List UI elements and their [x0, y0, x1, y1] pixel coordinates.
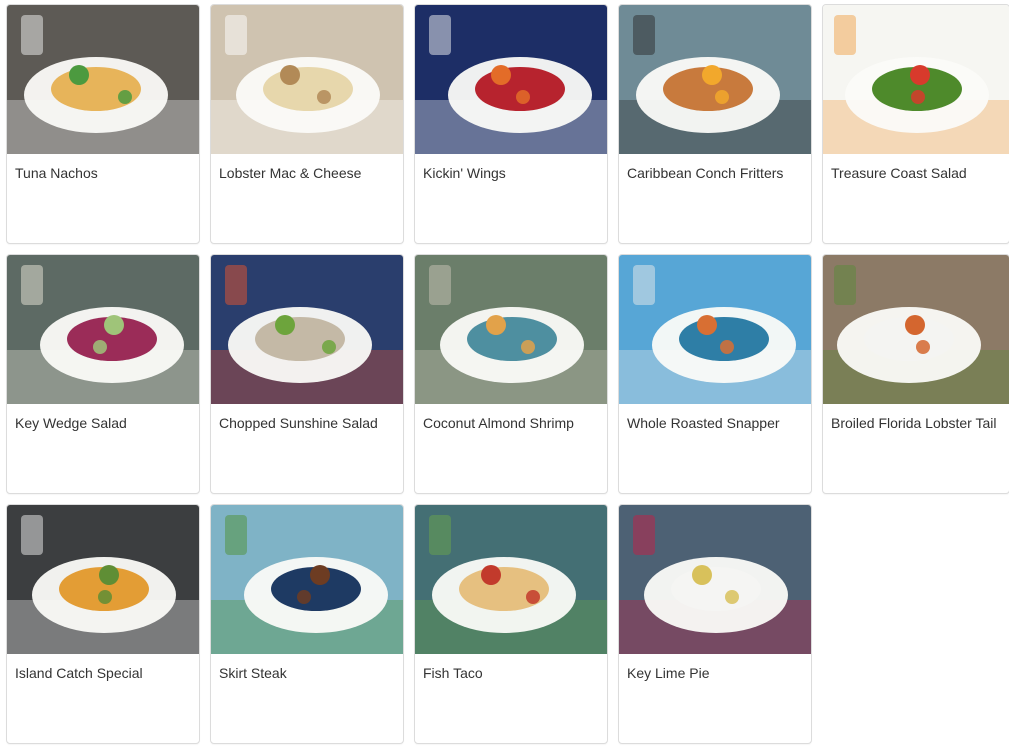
menu-item-title: Broiled Florida Lobster Tail	[831, 415, 997, 431]
menu-item-title: Island Catch Special	[15, 665, 143, 681]
menu-item-card[interactable]: Chopped Sunshine Salad	[210, 254, 404, 494]
menu-item-card[interactable]: Fish Taco	[414, 504, 608, 744]
menu-item-title: Coconut Almond Shrimp	[423, 415, 574, 431]
menu-item-title: Skirt Steak	[219, 665, 287, 681]
menu-item-card[interactable]: Whole Roasted Snapper	[618, 254, 812, 494]
menu-item-title: Treasure Coast Salad	[831, 165, 967, 181]
menu-item-title: Lobster Mac & Cheese	[219, 165, 362, 181]
lobster-mac-photo	[211, 5, 403, 154]
conch-fritters-photo	[619, 5, 811, 154]
key-wedge-salad-photo	[7, 255, 199, 404]
menu-item-title: Fish Taco	[423, 665, 483, 681]
menu-item-card[interactable]: Broiled Florida Lobster Tail	[822, 254, 1009, 494]
lobster-tail-photo	[823, 255, 1009, 404]
key-lime-pie-photo	[619, 505, 811, 654]
menu-item-card[interactable]: Treasure Coast Salad	[822, 4, 1009, 244]
skirt-steak-photo	[211, 505, 403, 654]
menu-item-card[interactable]: Coconut Almond Shrimp	[414, 254, 608, 494]
treasure-coast-salad-photo	[823, 5, 1009, 154]
chopped-sunshine-salad-photo	[211, 255, 403, 404]
menu-item-title: Key Lime Pie	[627, 665, 710, 681]
menu-item-title: Key Wedge Salad	[15, 415, 127, 431]
menu-item-title: Kickin' Wings	[423, 165, 506, 181]
menu-item-card[interactable]: Kickin' Wings	[414, 4, 608, 244]
menu-item-card[interactable]: Key Wedge Salad	[6, 254, 200, 494]
coconut-shrimp-photo	[415, 255, 607, 404]
menu-item-title: Caribbean Conch Fritters	[627, 165, 784, 181]
menu-item-card[interactable]: Skirt Steak	[210, 504, 404, 744]
menu-grid: Tuna Nachos Lobster Mac & Cheese Kickin' W…	[6, 4, 1009, 744]
menu-item-card[interactable]: Key Lime Pie	[618, 504, 812, 744]
menu-item-title: Whole Roasted Snapper	[627, 415, 780, 431]
island-catch-photo	[7, 505, 199, 654]
fish-taco-photo	[415, 505, 607, 654]
menu-item-title: Chopped Sunshine Salad	[219, 415, 378, 431]
tuna-nachos-photo	[7, 5, 199, 154]
wings-photo	[415, 5, 607, 154]
menu-item-card[interactable]: Tuna Nachos	[6, 4, 200, 244]
menu-item-title: Tuna Nachos	[15, 165, 98, 181]
menu-item-card[interactable]: Lobster Mac & Cheese	[210, 4, 404, 244]
menu-item-card[interactable]: Island Catch Special	[6, 504, 200, 744]
menu-item-card[interactable]: Caribbean Conch Fritters	[618, 4, 812, 244]
whole-snapper-photo	[619, 255, 811, 404]
